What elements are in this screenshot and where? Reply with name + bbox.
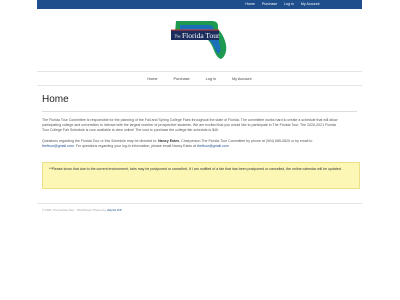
contact-paragraph: Questions regarding the Florida Tour or … xyxy=(42,139,342,149)
intro-paragraph: The Florida Tour Committee is responsibl… xyxy=(42,118,338,132)
top-nav: Home Purchase Log in My Account xyxy=(242,2,323,7)
top-nav-login[interactable]: Log in xyxy=(281,2,298,7)
top-nav-purchase[interactable]: Purchase xyxy=(258,2,280,7)
notice-text: **Please know that due to the current en… xyxy=(49,167,342,171)
title-divider xyxy=(42,111,357,112)
footer: © 2021 The Florida Tour · WordPress Them… xyxy=(42,208,122,212)
contact-text-2: , Chairperson The Florida Tour Committee… xyxy=(179,139,313,143)
main-nav: Home Purchase Log in My Account xyxy=(37,71,362,86)
footer-text: © 2021 The Florida Tour · WordPress Them… xyxy=(42,208,106,212)
main-nav-my-account[interactable]: My Account xyxy=(224,77,260,81)
top-bar: Home Purchase Log in My Account xyxy=(37,0,362,9)
main-nav-purchase[interactable]: Purchase xyxy=(166,77,198,81)
top-nav-home[interactable]: Home xyxy=(242,2,259,7)
page-title: Home xyxy=(42,94,69,105)
footer-divider xyxy=(37,203,362,204)
notice-box: **Please know that due to the current en… xyxy=(42,162,360,189)
florida-tour-logo-icon: The Florida Tour xyxy=(171,21,227,59)
contact-name: Nancy Estes xyxy=(158,139,180,143)
main-content: Home The Florida Tour Committee is respo… xyxy=(42,94,357,155)
top-nav-my-account[interactable]: My Account xyxy=(297,2,323,7)
main-nav-login[interactable]: Log in xyxy=(198,77,224,81)
svg-text:Florida Tour: Florida Tour xyxy=(182,31,220,40)
main-nav-home[interactable]: Home xyxy=(139,77,165,81)
footer-theme-link[interactable]: Helpful WP xyxy=(107,208,122,212)
contact-email-link[interactable]: theftour@gmail.com xyxy=(42,144,74,148)
contact-text-1: Questions regarding the Florida Tour or … xyxy=(42,139,159,143)
site-logo[interactable]: The Florida Tour xyxy=(168,17,232,61)
contact-text-3: . For questions regarding your log-in in… xyxy=(73,144,198,148)
svg-text:The: The xyxy=(174,34,181,39)
login-email-link[interactable]: theftour@gmail.com xyxy=(197,144,229,148)
